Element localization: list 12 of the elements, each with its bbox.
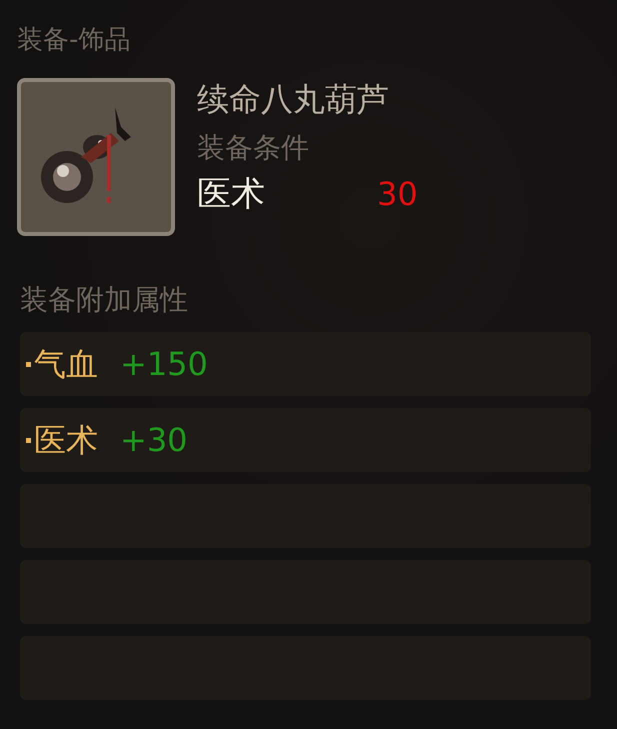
category-label: 装备-饰品 <box>17 24 132 57</box>
attribute-value: +150 <box>120 344 208 385</box>
item-name: 续命八丸葫芦 <box>197 79 390 120</box>
attribute-value: +30 <box>120 420 188 461</box>
requirement-stat: 医术 <box>197 173 266 216</box>
attribute-name: 气血 <box>34 344 98 385</box>
section-title: 装备附加属性 <box>19 282 189 318</box>
bullet-icon <box>26 438 31 442</box>
requirements-label: 装备条件 <box>197 130 310 166</box>
attribute-name: 医术 <box>34 420 98 461</box>
bullet-icon <box>26 362 31 366</box>
requirement-value: 30 <box>377 174 418 215</box>
